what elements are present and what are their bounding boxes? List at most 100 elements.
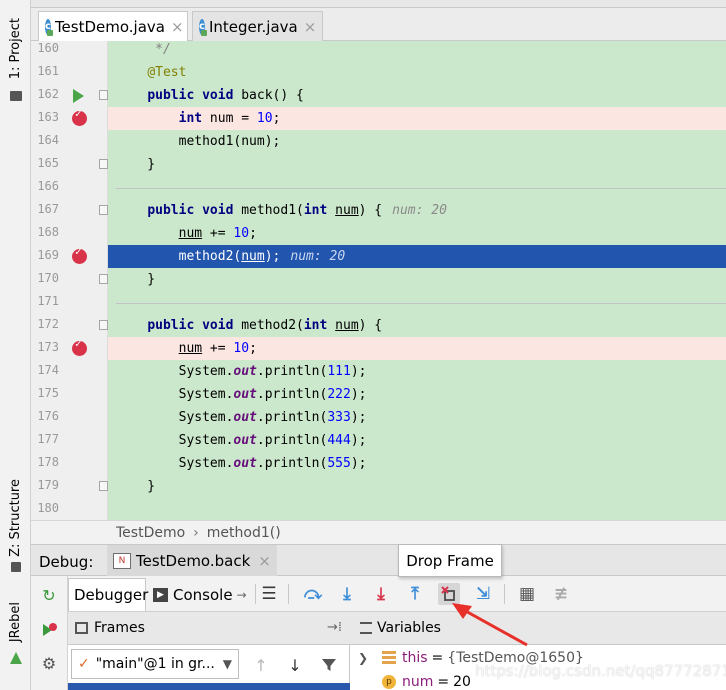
toolbar-separator [255,584,256,604]
line-number: 173 [37,340,59,354]
fold-marker-icon[interactable] [99,274,108,284]
run-test-icon[interactable] [73,89,84,103]
code-line[interactable]: 180 [31,498,726,521]
code-line[interactable]: 179 } [31,475,726,498]
run-to-cursor-icon[interactable]: ⇲ [472,583,494,605]
project-tool-tab[interactable]: 1: Project [0,14,31,84]
close-icon[interactable]: × [304,18,317,36]
line-number: 164 [37,133,59,147]
frames-pin-icon[interactable]: →⁞ [327,620,342,635]
code-line[interactable]: 176 System.out.println(333); [31,406,726,429]
line-number: 161 [37,64,59,78]
console-pin-icon[interactable]: → [237,588,247,602]
code-line[interactable]: 164 method1(num); [31,130,726,153]
navigation-bar-remnant [31,0,726,8]
toolbar-separator [288,584,289,604]
code-text: System.out.println(333); [116,410,367,425]
code-text: @Test [147,65,187,80]
thread-suspended-icon: ✓ [78,656,90,672]
step-out-icon[interactable]: ⤒ [404,583,426,605]
tab-console-label: Console [173,585,233,604]
rerun-icon[interactable]: ↻ [39,585,59,605]
structure-icon [0,560,31,574]
line-number: 174 [37,363,59,377]
code-line[interactable]: 162 public void back() { [31,84,726,107]
junit-icon: N [113,553,131,569]
trace-current-stream-icon[interactable]: ≢ [550,583,572,605]
code-line[interactable]: 169 method2(num);num: 20 [31,245,726,268]
toolbar-separator [504,584,505,604]
left-tool-stripe: 1: Project Z: Structure JRebel [0,0,31,690]
fold-marker-icon[interactable] [99,320,108,330]
drop-frame-tooltip: Drop Frame [398,544,502,577]
method-separator [116,303,726,304]
console-icon: ▶ [153,587,168,602]
tab-debugger[interactable]: Debugger [68,578,148,611]
code-line[interactable]: 172 public void method2(int num) { [31,314,726,337]
structure-tool-tab-label: Z: Structure [8,479,23,557]
fold-marker-icon[interactable] [99,481,108,491]
resume-program-icon[interactable] [39,620,59,640]
code-line[interactable]: 168 num += 10; [31,222,726,245]
filter-icon[interactable] [318,654,340,676]
code-line[interactable]: 177 System.out.println(444); [31,429,726,452]
variable-equals: = [431,649,444,666]
close-icon[interactable]: × [171,18,184,36]
line-number: 160 [37,41,59,55]
code-line[interactable]: 175 System.out.println(222); [31,383,726,406]
drop-frame-icon[interactable] [438,583,460,605]
code-line[interactable]: 178 System.out.println(555); [31,452,726,475]
code-text: int num = 10; [108,107,726,130]
breakpoint-icon[interactable] [72,245,87,264]
selected-frame-row[interactable] [68,683,350,690]
close-icon[interactable]: × [258,552,271,570]
expand-arrow-icon[interactable]: ❯ [354,651,372,665]
code-line[interactable]: 161 @Test [31,61,726,84]
line-number: 169 [37,248,59,262]
code-line[interactable]: 173 num += 10; [31,337,726,360]
breadcrumb-class[interactable]: TestDemo [116,525,185,541]
code-line[interactable]: 174 System.out.println(111); [31,360,726,383]
code-line[interactable]: 160 */ [31,38,726,61]
code-line[interactable]: 163 int num = 10; [31,107,726,130]
step-into-icon[interactable]: ⤓ [336,583,358,605]
tab-console[interactable]: ▶ Console → [148,578,252,611]
step-over-icon[interactable]: ⤼ [302,583,324,605]
fold-marker-icon[interactable] [99,205,108,215]
line-number: 165 [37,156,59,170]
code-line[interactable]: 165 } [31,153,726,176]
code-text: method2(num); num: 20 [108,245,726,268]
jrebel-tool-tab[interactable]: JRebel [0,598,31,646]
settings-icon[interactable]: ⚙ [39,653,59,673]
force-step-into-icon[interactable]: ⤓ [370,583,392,605]
code-text: */ [116,42,171,57]
previous-frame-icon[interactable]: ↑ [250,654,272,676]
line-number: 180 [37,501,59,515]
code-text: num += 10; [178,226,257,241]
fold-marker-icon[interactable] [99,90,108,100]
evaluate-expression-icon[interactable]: ▦ [516,583,538,605]
debug-session-tab[interactable]: N TestDemo.back × [107,545,277,577]
show-execution-point-icon[interactable]: ☰ [258,583,280,605]
structure-tool-tab[interactable]: Z: Structure [0,478,31,558]
breakpoint-icon[interactable] [72,337,87,356]
code-text: num += 10; [108,337,726,360]
line-number: 179 [37,478,59,492]
object-icon [382,650,396,665]
thread-select[interactable]: ✓ "main"@1 in gr... ▼ [71,649,239,679]
tab-testdemo-java[interactable]: c TestDemo.java × [38,11,188,41]
code-text: method1(num); [116,134,281,149]
breakpoint-icon[interactable] [72,107,87,126]
variable-equals: = [437,673,450,690]
variable-value: 20 [453,673,471,690]
breadcrumb-method[interactable]: method1() [207,525,281,541]
code-text: System.out.println(555); [116,456,367,471]
line-number: 163 [37,110,59,124]
watermark: https://blog.csdn.net/qq877728715 [475,662,726,680]
fold-marker-icon[interactable] [99,159,108,169]
parameter-icon: p [382,674,396,689]
code-line[interactable]: 170 } [31,268,726,291]
next-frame-icon[interactable]: ↓ [284,654,306,676]
tab-integer-java[interactable]: c Integer.java × [192,11,323,41]
code-line[interactable]: 167 public void method1(int num) {num: 2… [31,199,726,222]
